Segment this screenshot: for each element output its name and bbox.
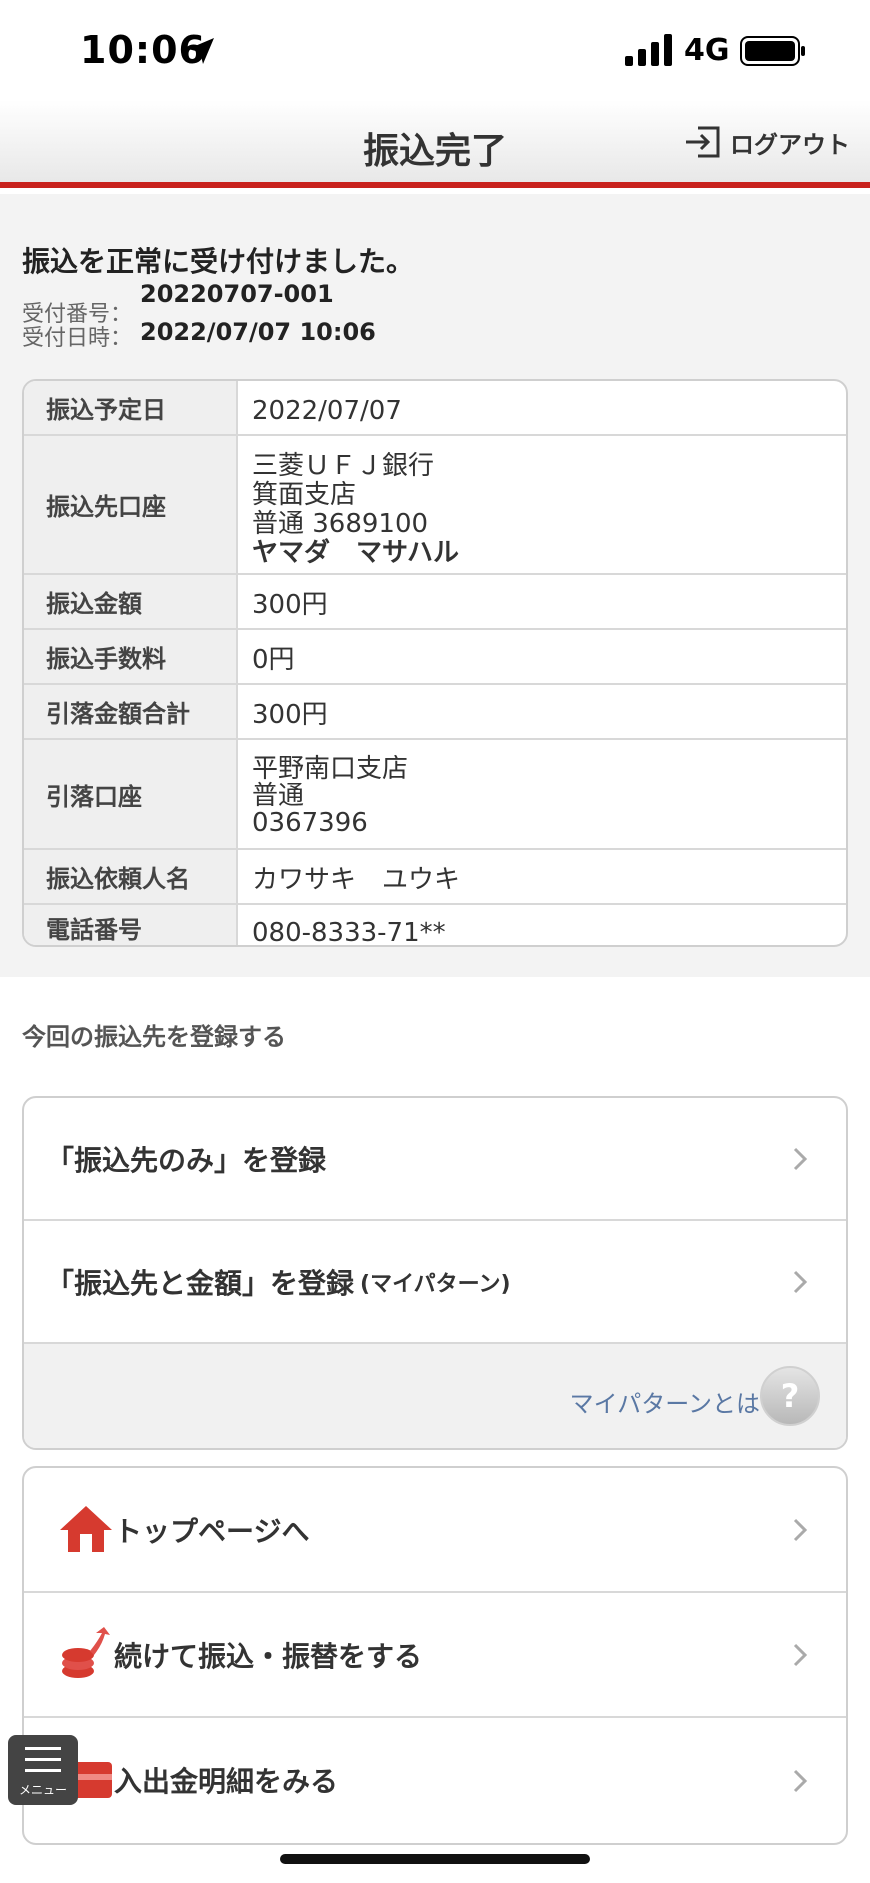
menu-label: メニュー — [18, 1783, 67, 1797]
detail-value: 2022/07/07 — [252, 396, 402, 426]
battery-icon — [740, 36, 805, 66]
register-dest-only-label: 「振込先のみ」を登録 — [46, 1143, 327, 1177]
detail-row-fee: 振込手数料 0円 — [24, 630, 846, 685]
detail-value: カワサキ ユウキ — [252, 865, 461, 895]
nav-top-page[interactable]: トップページへ — [24, 1468, 846, 1593]
register-dest-only-button[interactable]: 「振込先のみ」を登録 — [24, 1098, 846, 1221]
receipt-datetime-label: 受付日時： — [22, 326, 133, 351]
transfer-detail-table: 振込予定日 2022/07/07 振込先口座 三菱ＵＦＪ銀行 箕面支店 普通 3… — [22, 379, 848, 947]
detail-row-dest-account: 振込先口座 三菱ＵＦＪ銀行 箕面支店 普通 3689100 ヤマダ マサハル — [24, 436, 846, 575]
logout-label: ログアウト — [730, 130, 850, 159]
register-card: 「振込先のみ」を登録 「振込先と金額」を登録 (マイパターン) マイパターンとは… — [22, 1096, 848, 1450]
detail-label: 引落口座 — [24, 740, 238, 848]
network-type: 4G — [684, 33, 730, 68]
detail-row-amount: 振込金額 300円 — [24, 575, 846, 630]
chevron-right-icon — [793, 1270, 808, 1293]
chevron-right-icon — [793, 1518, 808, 1541]
home-indicator[interactable] — [280, 1854, 590, 1864]
chevron-right-icon — [793, 1769, 808, 1792]
detail-label: 電話番号 — [24, 905, 238, 945]
mypattern-link[interactable]: マイパターンとは — [570, 1384, 760, 1419]
app-header: 振込完了 ログアウト — [0, 100, 870, 188]
detail-value: 0円 — [252, 645, 295, 675]
register-dest-amount-sub: (マイパターン) — [360, 1271, 511, 1297]
nav-continue-transfer-label: 続けて振込・振替をする — [114, 1640, 423, 1673]
debit-type: 普通 — [252, 781, 305, 811]
detail-row-debit-account: 引落口座 平野南口支店 普通 0367396 — [24, 740, 846, 850]
signal-icon — [625, 34, 672, 66]
logout-button[interactable]: ログアウト — [684, 122, 850, 162]
home-icon — [60, 1506, 112, 1552]
completion-message: 振込を正常に受け付けました。 — [22, 245, 415, 278]
register-dest-amount-label: 「振込先と金額」を登録 — [46, 1266, 355, 1300]
status-bar: 10:06 4G — [0, 0, 870, 100]
help-icon[interactable]: ? — [760, 1366, 820, 1426]
receipt-number: 20220707-001 — [140, 280, 334, 308]
detail-label: 振込予定日 — [24, 381, 238, 434]
detail-label: 振込金額 — [24, 575, 238, 628]
dest-bank: 三菱ＵＦＪ銀行 — [252, 451, 435, 481]
detail-row-requester: 振込依頼人名 カワサキ ユウキ — [24, 850, 846, 905]
detail-row-phone: 電話番号 080-8333-71** — [24, 905, 846, 947]
menu-button[interactable]: メニュー — [8, 1735, 78, 1805]
transfer-complete-section: 振込を正常に受け付けました。 受付番号： 20220707-001 受付日時： … — [0, 194, 870, 977]
nav-statement-label: 入出金明細をみる — [114, 1765, 339, 1798]
dest-name: ヤマダ マサハル — [252, 538, 459, 568]
hamburger-icon — [25, 1747, 61, 1772]
detail-value: 300円 — [252, 700, 328, 730]
logout-icon — [686, 126, 720, 158]
detail-value: 三菱ＵＦＪ銀行 箕面支店 普通 3689100 ヤマダ マサハル — [238, 436, 846, 573]
detail-row-total: 引落金額合計 300円 — [24, 685, 846, 740]
detail-row-scheduled-date: 振込予定日 2022/07/07 — [24, 381, 846, 436]
receipt-datetime: 2022/07/07 10:06 — [140, 318, 376, 346]
detail-value: 080-8333-71** — [252, 918, 446, 947]
register-dest-amount-button[interactable]: 「振込先と金額」を登録 (マイパターン) — [24, 1221, 846, 1344]
detail-label: 振込手数料 — [24, 630, 238, 683]
register-heading: 今回の振込先を登録する — [22, 1023, 286, 1051]
detail-value: 平野南口支店 普通 0367396 — [238, 740, 846, 848]
detail-label: 振込先口座 — [24, 436, 238, 573]
chevron-right-icon — [793, 1643, 808, 1666]
dest-type-number: 普通 3689100 — [252, 509, 429, 539]
location-arrow-icon — [188, 38, 214, 64]
navigation-card: トップページへ 続けて振込・振替をする 入出金明細をみる — [22, 1466, 848, 1845]
register-section: 今回の振込先を登録する 「振込先のみ」を登録 「振込先と金額」を登録 (マイパタ… — [0, 977, 870, 1883]
mypattern-row: マイパターンとは ? — [24, 1344, 846, 1448]
detail-label: 振込依頼人名 — [24, 850, 238, 903]
chevron-right-icon — [793, 1147, 808, 1170]
coins-transfer-icon — [62, 1627, 110, 1678]
nav-continue-transfer[interactable]: 続けて振込・振替をする — [24, 1593, 846, 1718]
debit-number: 0367396 — [252, 808, 368, 838]
nav-statement[interactable]: 入出金明細をみる — [24, 1718, 846, 1843]
debit-branch: 平野南口支店 — [252, 754, 409, 784]
nav-top-page-label: トップページへ — [114, 1515, 310, 1548]
detail-label: 引落金額合計 — [24, 685, 238, 738]
detail-value: 300円 — [252, 590, 328, 620]
dest-branch: 箕面支店 — [252, 480, 357, 510]
